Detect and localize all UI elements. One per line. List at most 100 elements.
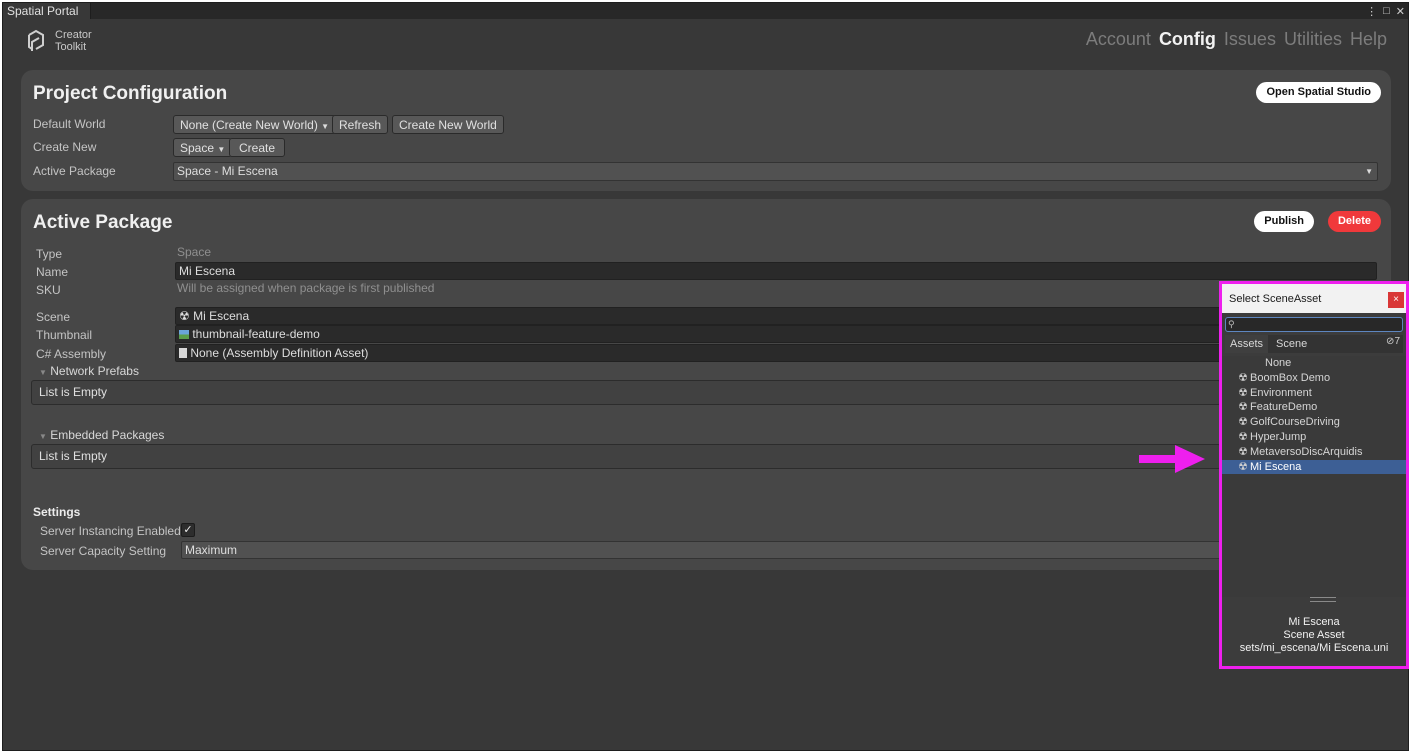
server-capacity-label: Server Capacity Setting: [40, 544, 167, 558]
project-configuration-panel: Project Configuration Open Spatial Studi…: [21, 70, 1391, 191]
network-prefabs-foldout[interactable]: ▼ Network Prefabs: [39, 364, 139, 378]
create-new-world-button[interactable]: Create New World: [392, 115, 504, 134]
embedded-packages-list: List is Empty: [31, 444, 1221, 469]
create-new-label: Create New: [33, 140, 97, 154]
list-item-label: HyperJump: [1250, 430, 1307, 443]
unity-scene-icon: ☢: [1238, 445, 1248, 458]
settings-heading: Settings: [33, 505, 81, 519]
tab-scene[interactable]: Scene: [1271, 335, 1312, 353]
close-icon[interactable]: ✕: [1396, 5, 1405, 18]
nav-utilities[interactable]: Utilities: [1284, 29, 1342, 50]
name-label: Name: [36, 265, 69, 279]
picker-tabs: Assets Scene ⊘7: [1225, 335, 1403, 353]
nav-issues[interactable]: Issues: [1224, 29, 1276, 50]
list-item-label: BoomBox Demo: [1250, 371, 1331, 384]
chevron-down-icon: ▼: [321, 122, 330, 131]
more-menu-icon[interactable]: ⋮: [1366, 5, 1377, 18]
active-package-dropdown[interactable]: Space - Mi Escena ▼: [173, 162, 1378, 181]
list-item-label: GolfCourseDriving: [1250, 416, 1340, 429]
unity-scene-icon: ☢: [1238, 430, 1248, 443]
name-field[interactable]: Mi Escena: [175, 262, 1377, 280]
top-navigation: Account Config Issues Utilities Help: [1086, 29, 1387, 50]
scene-label: Scene: [36, 310, 71, 324]
picker-search-field[interactable]: ⚲: [1225, 317, 1403, 332]
scene-field[interactable]: ☢ Mi Escena: [175, 307, 1225, 325]
maximize-icon[interactable]: □: [1383, 5, 1390, 17]
picker-header: Select SceneAsset ×: [1222, 284, 1406, 313]
spatial-logo-icon: [28, 29, 44, 51]
search-icon: ⚲: [1228, 319, 1235, 329]
open-spatial-studio-button[interactable]: Open Spatial Studio: [1256, 82, 1381, 103]
csharp-assembly-label: C# Assembly: [36, 347, 107, 361]
network-prefabs-label: Network Prefabs: [50, 364, 139, 378]
default-world-label: Default World: [33, 117, 106, 131]
nav-account[interactable]: Account: [1086, 29, 1151, 50]
list-item-selected[interactable]: ☢ Mi Escena: [1222, 459, 1406, 475]
csharp-assembly-field[interactable]: None (Assembly Definition Asset): [175, 344, 1225, 362]
picker-title: Select SceneAsset: [1229, 293, 1322, 305]
unity-scene-icon: ☢: [1238, 401, 1248, 414]
title-bar: Spatial Portal ⋮ □ ✕: [3, 3, 1408, 19]
thumbnail-label: Thumbnail: [36, 328, 93, 342]
csharp-assembly-value: None (Assembly Definition Asset): [190, 346, 369, 360]
unity-scene-icon: ☢: [179, 309, 190, 323]
list-item[interactable]: ☢ HyperJump: [1222, 430, 1406, 445]
preview-splitter-handle[interactable]: [1310, 597, 1336, 602]
list-item[interactable]: ☢ Environment: [1222, 386, 1406, 401]
unity-scene-icon: ☢: [1238, 416, 1248, 429]
list-item[interactable]: ☢ GolfCourseDriving: [1222, 415, 1406, 430]
picker-preview-info: Mi Escena Scene Asset sets/mi_escena/Mi …: [1222, 616, 1406, 655]
active-package-label: Active Package: [33, 164, 116, 178]
default-world-value: None (Create New World): [180, 118, 318, 132]
create-new-type-value: Space: [180, 141, 215, 155]
list-item-label: FeatureDemo: [1250, 401, 1318, 414]
thumbnail-field[interactable]: thumbnail-feature-demo: [175, 325, 1225, 343]
preview-asset-name: Mi Escena: [1288, 616, 1340, 628]
server-instancing-checkbox[interactable]: ✓: [181, 523, 195, 537]
refresh-button[interactable]: Refresh: [332, 115, 389, 134]
server-capacity-dropdown[interactable]: Maximum: [181, 541, 1225, 559]
unity-scene-icon: ☢: [1238, 386, 1248, 399]
unity-scene-icon: ☢: [1238, 371, 1248, 384]
list-item[interactable]: None: [1222, 356, 1406, 371]
triangle-down-icon: ▼: [39, 432, 47, 441]
hidden-count: 7: [1394, 336, 1400, 347]
type-label: Type: [36, 247, 63, 261]
embedded-packages-label: Embedded Packages: [50, 428, 165, 442]
list-item[interactable]: ☢ FeatureDemo: [1222, 400, 1406, 415]
assembly-file-icon: [179, 348, 187, 358]
chevron-down-icon: ▼: [1365, 167, 1373, 176]
sku-label: SKU: [36, 283, 61, 297]
nav-help[interactable]: Help: [1350, 29, 1387, 50]
delete-button[interactable]: Delete: [1327, 211, 1381, 232]
window-controls: ⋮ □ ✕: [1366, 3, 1405, 19]
project-configuration-title: Project Configuration: [33, 83, 228, 104]
embedded-packages-foldout[interactable]: ▼ Embedded Packages: [39, 428, 164, 442]
active-package-value: Space - Mi Escena: [177, 164, 278, 178]
active-package-title: Active Package: [33, 212, 173, 233]
publish-button[interactable]: Publish: [1254, 211, 1314, 232]
close-icon[interactable]: ×: [1388, 292, 1404, 308]
scene-value: Mi Escena: [193, 309, 250, 323]
create-new-type-dropdown[interactable]: Space ▼: [173, 138, 233, 157]
thumbnail-value: thumbnail-feature-demo: [192, 327, 320, 341]
create-button[interactable]: Create: [229, 138, 285, 157]
triangle-down-icon: ▼: [39, 368, 47, 377]
network-prefabs-list: List is Empty: [31, 380, 1221, 405]
picker-asset-list: None ☢ BoomBox Demo ☢ Environment ☢ Feature…: [1222, 356, 1406, 597]
hidden-packages-toggle[interactable]: ⊘7: [1386, 336, 1400, 347]
checkmark-icon: ✓: [183, 524, 193, 536]
annotation-arrow-icon: [1139, 445, 1205, 473]
tab-assets[interactable]: Assets: [1225, 335, 1269, 353]
default-world-dropdown[interactable]: None (Create New World) ▼: [173, 115, 337, 134]
spatial-portal-window: Spatial Portal ⋮ □ ✕ Creator Toolkit Acc…: [2, 2, 1409, 751]
logo-line-1: Creator: [55, 29, 92, 41]
window-tab[interactable]: Spatial Portal: [3, 3, 92, 19]
list-item[interactable]: ☢ MetaversoDiscArquidis: [1222, 445, 1406, 460]
select-scene-asset-window: Select SceneAsset × ⚲ Assets Scene ⊘7 No…: [1219, 281, 1409, 669]
list-item-label: MetaversoDiscArquidis: [1250, 445, 1363, 458]
list-item[interactable]: ☢ BoomBox Demo: [1222, 371, 1406, 386]
nav-config[interactable]: Config: [1159, 29, 1216, 50]
sku-value: Will be assigned when package is first p…: [177, 281, 435, 295]
server-instancing-label: Server Instancing Enabled: [40, 524, 181, 538]
